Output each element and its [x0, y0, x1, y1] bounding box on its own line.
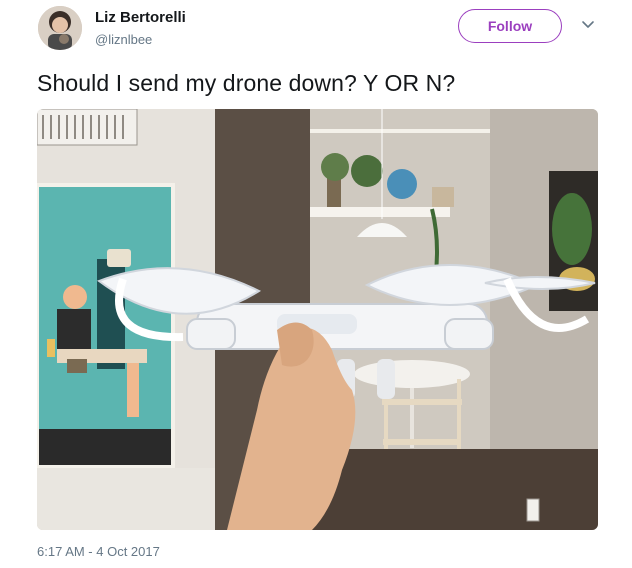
author-handle[interactable]: @liznlbee: [95, 32, 152, 47]
tweet-header: Liz Bertorelli @liznlbee Follow: [0, 0, 632, 60]
drone-photo: [37, 109, 598, 530]
author-name[interactable]: Liz Bertorelli: [95, 9, 186, 26]
tweet-text: Should I send my drone down? Y OR N?: [37, 70, 456, 96]
avatar-image: [38, 6, 82, 50]
chevron-down-icon[interactable]: [581, 20, 595, 30]
tweet-photo[interactable]: [37, 109, 598, 530]
avatar[interactable]: [38, 6, 82, 50]
tweet-timestamp[interactable]: 6:17 AM - 4 Oct 2017: [37, 544, 160, 559]
follow-button[interactable]: Follow: [458, 9, 562, 43]
